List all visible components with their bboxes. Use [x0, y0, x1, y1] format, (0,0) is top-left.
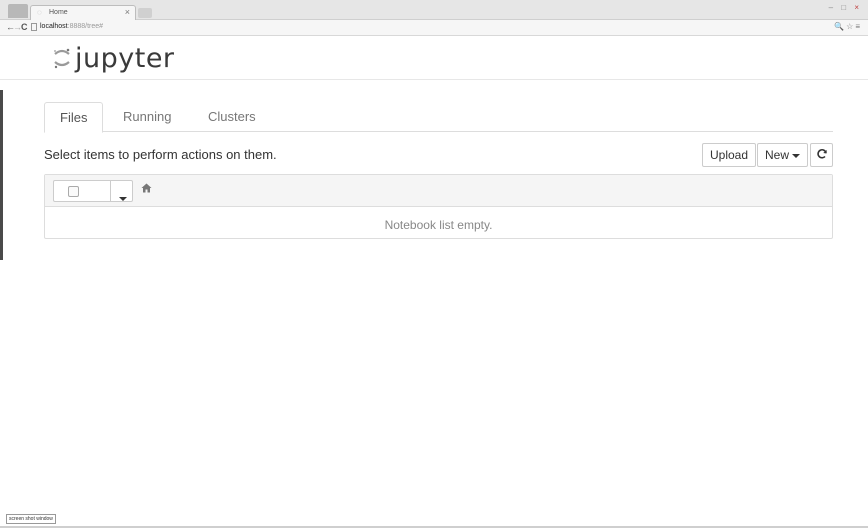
toolbar-menu-icons[interactable]: 🔍☆≡: [834, 22, 862, 31]
tab-files[interactable]: Files: [44, 102, 104, 133]
left-edge-strip: [0, 90, 3, 260]
browser-tab-home[interactable]: ◌ Home ×: [30, 5, 136, 20]
select-dropdown-toggle[interactable]: [119, 190, 127, 208]
browser-tab-title: Home: [49, 9, 68, 16]
upload-button[interactable]: Upload: [702, 143, 757, 167]
select-divider: [110, 181, 111, 201]
select-all-checkbox[interactable]: [68, 186, 79, 197]
browser-titlebar: ◌ Home × – □ ×: [0, 0, 868, 20]
jupyter-logo-icon: [54, 48, 70, 69]
chevron-down-icon: [792, 153, 801, 158]
app-launcher-tab[interactable]: [8, 4, 28, 18]
new-button-label: New: [765, 148, 790, 162]
select-all-group: [53, 180, 133, 202]
window-controls: – □ ×: [829, 3, 862, 12]
minimize-button[interactable]: –: [829, 3, 836, 12]
notebook-list-header: [45, 175, 832, 207]
new-tab-button[interactable]: [138, 8, 152, 18]
refresh-button[interactable]: [810, 143, 833, 167]
tab-clusters[interactable]: Clusters: [193, 102, 271, 132]
tab-running-label: Running: [123, 109, 172, 124]
jupyter-favicon-icon: ◌: [37, 8, 42, 17]
browser-toolbar: ← → C localhost:8888/tree# 🔍☆≡: [0, 20, 868, 36]
url-path: :8888/tree#: [67, 23, 104, 30]
tab-close-icon[interactable]: ×: [125, 7, 130, 17]
tab-running[interactable]: Running: [108, 102, 186, 132]
tab-files-label: Files: [60, 110, 88, 125]
screenshot-window-label: screen shot window: [6, 514, 56, 524]
jupyter-logo-text: jupyter: [75, 42, 175, 74]
main-tabs: Files Running Clusters: [44, 102, 833, 133]
notebook-list: Notebook list empty.: [44, 174, 833, 239]
notebook-list-empty-message: Notebook list empty.: [384, 218, 493, 232]
maximize-button[interactable]: □: [841, 3, 849, 12]
address-bar[interactable]: localhost:8888/tree#: [40, 23, 103, 30]
refresh-icon: [817, 149, 827, 159]
window-close-button[interactable]: ×: [854, 3, 862, 12]
upload-button-label: Upload: [710, 148, 749, 162]
reload-icon[interactable]: C: [21, 22, 28, 32]
select-items-message: Select items to perform actions on them.: [44, 147, 277, 162]
chevron-down-icon: [119, 196, 127, 201]
jupyter-logo[interactable]: jupyter: [53, 41, 175, 75]
home-icon[interactable]: [141, 183, 152, 193]
tab-clusters-label: Clusters: [208, 109, 256, 124]
url-host: localhost: [40, 23, 68, 30]
jupyter-header: jupyter: [0, 37, 868, 80]
new-dropdown-button[interactable]: New: [757, 143, 809, 167]
page-icon: [31, 23, 37, 31]
